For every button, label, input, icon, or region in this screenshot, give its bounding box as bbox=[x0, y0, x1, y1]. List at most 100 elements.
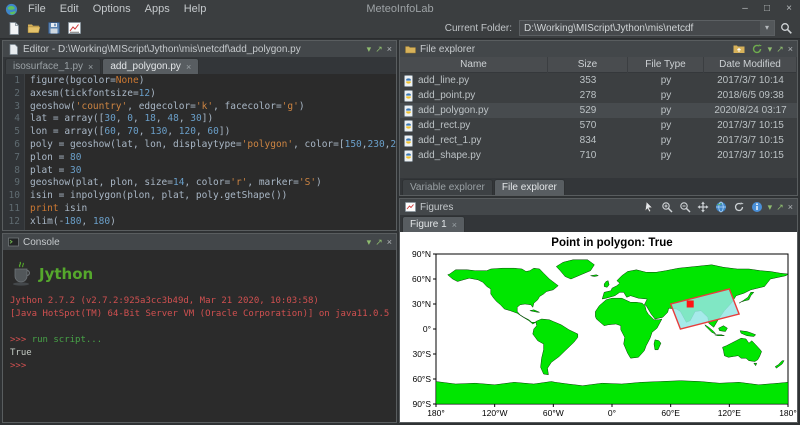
code-line[interactable]: poly = geoshow(lat, lon, displaytype='po… bbox=[30, 139, 396, 152]
x-tick-label: 60°W bbox=[543, 408, 564, 418]
file-row-add_rect.py[interactable]: add_rect.py 570 py 2017/3/7 10:15 bbox=[400, 118, 797, 133]
menu-item-apps[interactable]: Apps bbox=[138, 0, 177, 18]
rotate-icon[interactable] bbox=[732, 200, 746, 214]
code-editor[interactable]: 1 2 3 4 5 6 7 8 9 10 11 12 figure(bgcolor=None) axes… bbox=[3, 74, 396, 230]
float-panel-icon[interactable]: ↗ bbox=[375, 41, 383, 57]
column-header-file-type[interactable]: File Type bbox=[628, 57, 704, 73]
dropdown-arrow-icon[interactable]: ▾ bbox=[760, 21, 774, 35]
new-file-icon[interactable] bbox=[5, 19, 23, 37]
figure-title: Point in polygon: True bbox=[551, 237, 672, 249]
figures-toolbar: ▾ ↗ × bbox=[642, 199, 793, 215]
editor-tab-add-polygon-py[interactable]: add_polygon.py × bbox=[102, 58, 200, 74]
code-line[interactable]: print isin bbox=[30, 203, 396, 216]
file-row-add_rect_1.py[interactable]: add_rect_1.py 834 py 2017/3/7 10:15 bbox=[400, 133, 797, 148]
browse-folder-icon[interactable] bbox=[777, 19, 795, 37]
editor-tab-isosurface-1-py[interactable]: isosurface_1.py × bbox=[5, 58, 102, 74]
close-panel-icon[interactable]: × bbox=[788, 199, 793, 215]
menu-bar: File Edit Options Apps Help MeteoInfoLab – □… bbox=[0, 0, 800, 18]
file-rows: add_line.py 353 py 2017/3/7 10:14 add_point.… bbox=[400, 73, 797, 163]
collapse-panel-icon[interactable]: ▾ bbox=[768, 41, 773, 57]
console-panel: Console ▾ ↗ × Jython Jython 2.7.2 (v2.7.2:… bbox=[2, 233, 397, 423]
y-tick-label: 90°N bbox=[412, 249, 431, 259]
file-explorer-controls: ▾ ↗ × bbox=[732, 41, 793, 57]
close-panel-icon[interactable]: × bbox=[788, 41, 793, 57]
save-file-icon[interactable] bbox=[45, 19, 63, 37]
current-folder-combo[interactable]: D:\Working\MIScript\Jython\mis\netcdf ▾ bbox=[519, 20, 775, 36]
menu-item-help[interactable]: Help bbox=[177, 0, 214, 18]
line-number: 5 bbox=[14, 126, 20, 138]
up-folder-icon[interactable] bbox=[732, 42, 746, 56]
close-panel-icon[interactable]: × bbox=[387, 41, 392, 57]
float-panel-icon[interactable]: ↗ bbox=[776, 41, 784, 57]
tab-file-explorer[interactable]: File explorer bbox=[493, 179, 565, 195]
figure-tab-figure-1[interactable]: Figure 1 × bbox=[402, 216, 465, 232]
code-line[interactable]: xlim(-180, 180) bbox=[30, 216, 396, 229]
console-body[interactable]: Jython Jython 2.7.2 (v2.7.2:925a3cc3b49d… bbox=[3, 250, 396, 422]
code-line[interactable]: lat = array([30, 0, 18, 48, 30]) bbox=[30, 113, 396, 126]
code-line[interactable]: plat = 30 bbox=[30, 165, 396, 178]
collapse-panel-icon[interactable]: ▾ bbox=[367, 234, 372, 250]
close-button[interactable]: × bbox=[778, 0, 800, 18]
code-line[interactable]: plon = 80 bbox=[30, 152, 396, 165]
code-line[interactable]: geoshow('country', edgecolor='k', faceco… bbox=[30, 101, 396, 114]
menu-item-edit[interactable]: Edit bbox=[53, 0, 86, 18]
collapse-panel-icon[interactable]: ▾ bbox=[367, 41, 372, 57]
y-tick-label: 60°S bbox=[412, 374, 431, 384]
file-row-add_line.py[interactable]: add_line.py 353 py 2017/3/7 10:14 bbox=[400, 73, 797, 88]
editor-panel-controls: ▾ ↗ × bbox=[367, 41, 392, 57]
tab-close-icon[interactable]: × bbox=[186, 62, 191, 72]
select-arrow-icon[interactable] bbox=[642, 200, 656, 214]
code-line[interactable]: lon = array([60, 70, 130, 120, 60]) bbox=[30, 126, 396, 139]
figures-panel: Figures ▾ ↗ × Figure 1 × Point in polygo… bbox=[399, 198, 798, 423]
figures-icon bbox=[404, 201, 416, 213]
full-extent-globe-icon[interactable] bbox=[714, 200, 728, 214]
line-number: 3 bbox=[14, 100, 20, 112]
map-figure[interactable]: Point in polygon: True 180° 120°W 60°W 0° 60°… bbox=[400, 232, 797, 422]
file-row-add_point.py[interactable]: add_point.py 278 py 2018/6/5 09:38 bbox=[400, 88, 797, 103]
py-file-icon bbox=[403, 89, 414, 102]
open-file-icon[interactable] bbox=[25, 19, 43, 37]
menu-item-options[interactable]: Options bbox=[86, 0, 138, 18]
console-lines[interactable]: Jython 2.7.2 (v2.7.2:925a3cc3b49d, Mar 2… bbox=[10, 295, 389, 373]
figure-canvas[interactable]: Point in polygon: True 180° 120°W 60°W 0° 60°… bbox=[400, 232, 797, 422]
line-number: 4 bbox=[14, 113, 20, 125]
editor-code[interactable]: figure(bgcolor=None) axesm(tickfontsize=1… bbox=[25, 74, 396, 230]
file-row-add_polygon.py[interactable]: add_polygon.py 529 py 2020/8/24 03:17 bbox=[400, 103, 797, 118]
code-line[interactable]: axesm(tickfontsize=12) bbox=[30, 88, 396, 101]
float-panel-icon[interactable]: ↗ bbox=[375, 234, 383, 250]
float-panel-icon[interactable]: ↗ bbox=[776, 199, 784, 215]
line-number: 12 bbox=[8, 215, 20, 227]
file-explorer-title: File explorer bbox=[420, 43, 476, 55]
refresh-icon[interactable] bbox=[750, 42, 764, 56]
minimize-button[interactable]: – bbox=[734, 0, 756, 18]
py-file-icon bbox=[403, 104, 414, 117]
close-panel-icon[interactable]: × bbox=[387, 234, 392, 250]
code-line[interactable]: geoshow(plat, plon, size=14, color='r', … bbox=[30, 177, 396, 190]
new-figure-icon[interactable] bbox=[65, 19, 83, 37]
column-header-size[interactable]: Size bbox=[548, 57, 628, 73]
column-header-name[interactable]: Name bbox=[400, 57, 548, 73]
figures-panel-header: Figures ▾ ↗ × bbox=[400, 199, 797, 215]
collapse-panel-icon[interactable]: ▾ bbox=[768, 199, 773, 215]
tab-variable-explorer[interactable]: Variable explorer bbox=[402, 179, 493, 195]
editor-icon bbox=[7, 43, 19, 55]
file-row-add_shape.py[interactable]: add_shape.py 710 py 2017/3/7 10:15 bbox=[400, 148, 797, 163]
tab-close-icon[interactable]: × bbox=[452, 220, 457, 230]
zoom-in-icon[interactable] bbox=[660, 200, 674, 214]
menu-item-file[interactable]: File bbox=[21, 0, 53, 18]
code-line[interactable]: figure(bgcolor=None) bbox=[30, 75, 396, 88]
tab-close-icon[interactable]: × bbox=[88, 62, 93, 72]
x-tick-label: 180° bbox=[427, 408, 445, 418]
line-number: 7 bbox=[14, 151, 20, 163]
line-number: 1 bbox=[14, 75, 20, 86]
pan-icon[interactable] bbox=[696, 200, 710, 214]
maximize-button[interactable]: □ bbox=[756, 0, 778, 18]
zoom-out-icon[interactable] bbox=[678, 200, 692, 214]
identify-info-icon[interactable] bbox=[750, 200, 764, 214]
console-panel-controls: ▾ ↗ × bbox=[367, 234, 392, 250]
column-header-date-modified[interactable]: Date Modified bbox=[704, 57, 797, 73]
code-line[interactable]: isin = inpolygon(plon, plat, poly.getSha… bbox=[30, 190, 396, 203]
console-line: True bbox=[10, 348, 32, 358]
file-table: Name Size File Type Date Modified add_line.… bbox=[400, 57, 797, 178]
file-explorer-panel: File explorer ▾ ↗ × Name Size File Type Date … bbox=[399, 40, 798, 196]
